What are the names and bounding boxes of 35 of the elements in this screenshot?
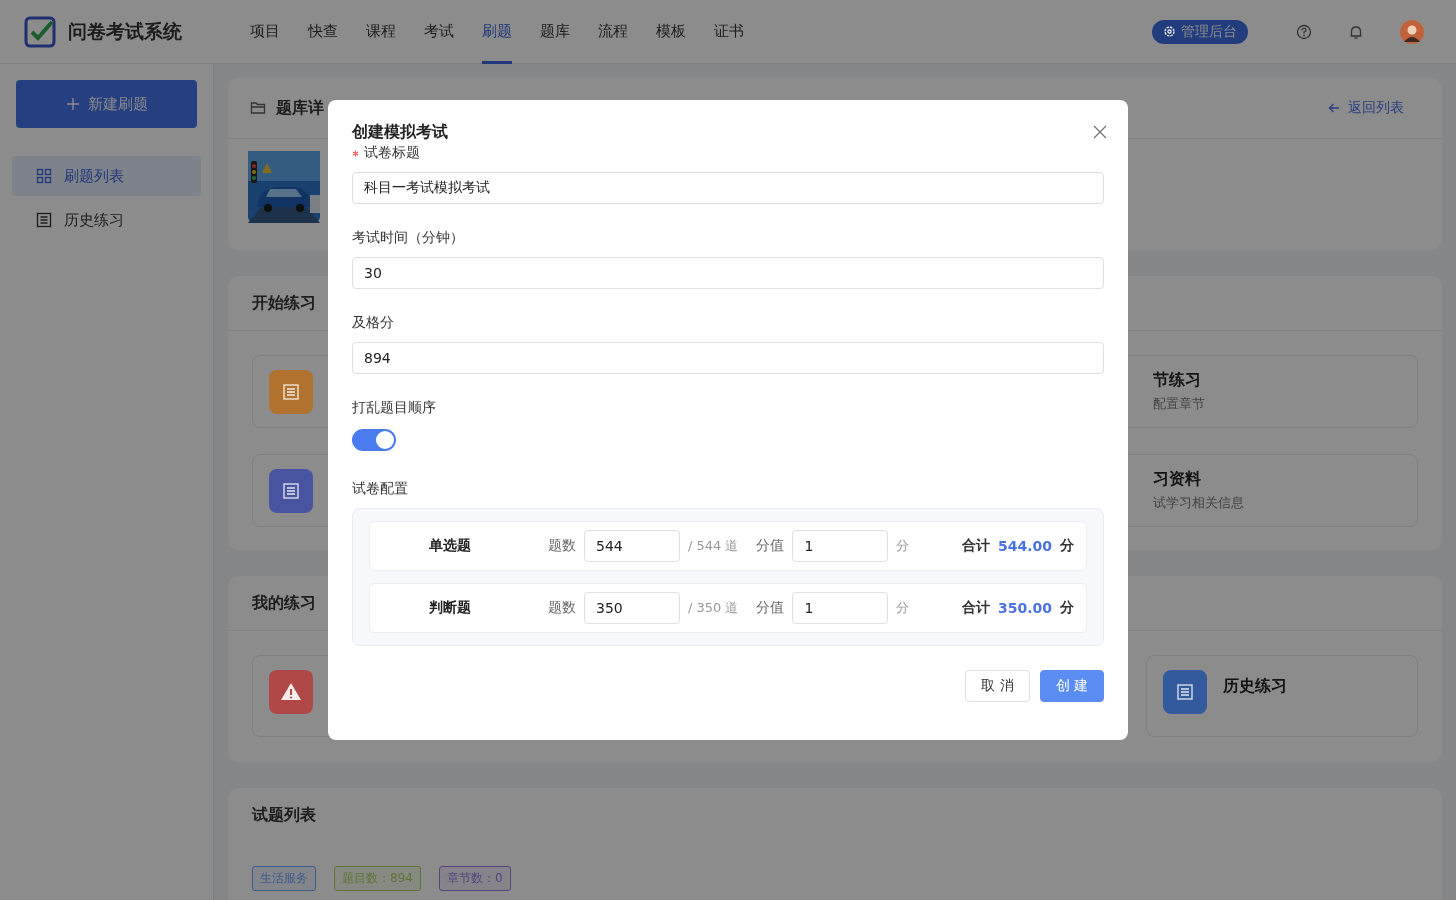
sum-value: 544.00 xyxy=(997,538,1052,554)
field-label: 题数 xyxy=(548,537,576,555)
field-label: 分值 xyxy=(756,599,785,617)
card-subtitle: 配置章节 xyxy=(1153,395,1205,413)
card-subtitle: 试学习相关信息 xyxy=(1153,494,1244,512)
sum-label: 合计 xyxy=(961,537,990,555)
tag: 题目数：894 xyxy=(334,866,421,891)
section-title: 开始练习 xyxy=(252,292,316,314)
field-label: 及格分 xyxy=(352,314,394,332)
card-title: 历史练习 xyxy=(1223,676,1287,697)
field-label: 分值 xyxy=(756,537,785,555)
unit-label: 分 xyxy=(896,537,910,555)
section-title: 我的练习 xyxy=(252,592,316,614)
unit-label: 分 xyxy=(896,599,910,617)
card-title: 节练习 xyxy=(1153,370,1202,391)
field-label: 试卷标题 xyxy=(352,144,420,162)
question-type: 单选题 xyxy=(428,537,472,555)
section-title: 试题列表 xyxy=(252,804,316,826)
dialog-title: 创建模拟考试 xyxy=(352,121,448,143)
field-label: 试卷配置 xyxy=(352,480,408,498)
field-label: 考试时间（分钟） xyxy=(352,229,464,247)
question-type: 判断题 xyxy=(428,599,472,617)
sum-label: 合计 xyxy=(961,599,990,617)
field-label: 题数 xyxy=(548,599,576,617)
section-title: 题库详 xyxy=(276,97,324,119)
total-count: / 544 道 xyxy=(688,537,739,555)
card-title: 习资料 xyxy=(1153,469,1202,490)
app-title: 问卷考试系统 xyxy=(68,18,182,44)
field-label: 打乱题目顺序 xyxy=(352,399,436,417)
unit-label: 分 xyxy=(1060,537,1074,555)
unit-label: 分 xyxy=(1060,599,1074,617)
sum-value: 350.00 xyxy=(997,600,1052,616)
total-count: / 350 道 xyxy=(688,599,739,617)
tag: 章节数：0 xyxy=(438,866,511,891)
tag: 生活服务 xyxy=(252,866,316,891)
